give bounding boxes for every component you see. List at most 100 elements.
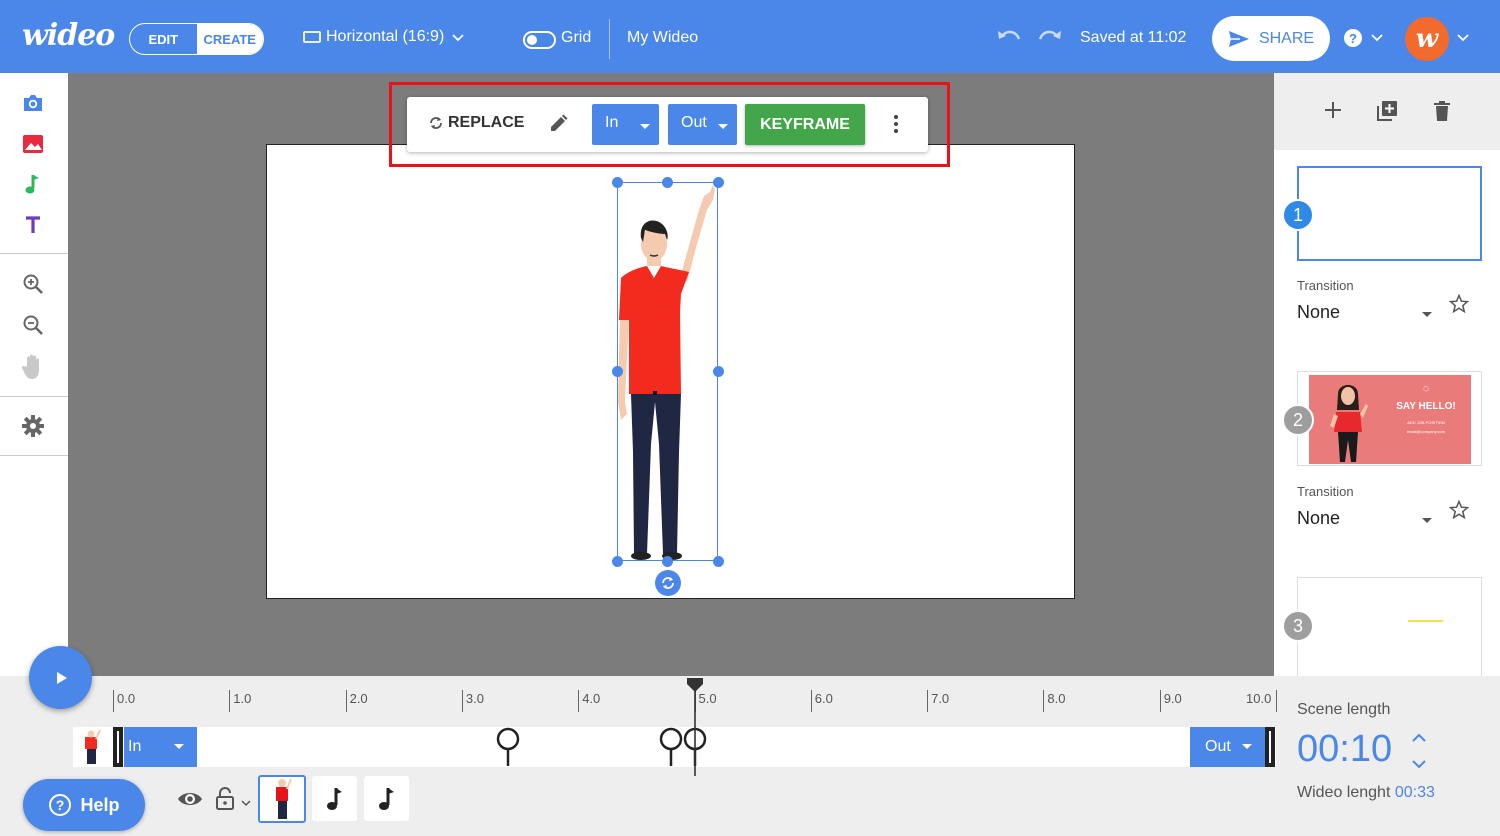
aspect-ratio-label: Horizontal (16:9) [326,28,445,45]
playhead[interactable] [686,678,704,776]
resize-handle-tl[interactable] [611,176,623,188]
text-tool-icon[interactable] [18,210,48,240]
zoom-in-icon[interactable] [18,269,48,299]
grid-label: Grid [561,29,592,46]
thumb-email: email@company.com [1406,429,1446,434]
yellow-text-line [1408,620,1443,622]
screen-icon [303,31,321,43]
eye-visibility-icon[interactable] [176,789,204,814]
increase-length-icon[interactable] [1410,732,1428,744]
layer-character[interactable] [258,775,306,823]
scene-thumbnail-1[interactable] [1297,166,1482,261]
separator [0,396,68,397]
layer-music-1[interactable] [312,776,357,821]
share-label: SHARE [1258,29,1315,47]
lock-icon[interactable] [214,787,236,816]
decrease-length-icon[interactable] [1410,758,1428,770]
character-track-thumbnail [85,729,101,764]
resize-handle-r[interactable] [712,366,724,377]
ruler-tick [345,690,347,712]
share-button[interactable]: SHARE [1212,16,1330,61]
help-chevron-icon[interactable] [1370,30,1384,49]
question-icon: ? [49,794,72,816]
resize-handle-br[interactable] [712,555,724,567]
lock-chevron-icon[interactable] [240,795,252,813]
play-button[interactable] [29,646,92,709]
edit-mode-button[interactable]: EDIT [130,24,197,54]
rotate-handle[interactable] [655,570,681,596]
svg-text:?: ? [56,797,65,813]
scene-thumbnail-3[interactable] [1297,577,1482,678]
resize-handle-bl[interactable] [611,555,623,567]
ruler-tick [1159,690,1161,712]
zoom-out-icon[interactable] [18,310,48,340]
avatar[interactable]: w [1405,17,1449,61]
ruler-tick-label: 6.0 [814,691,833,706]
divider [609,19,610,59]
music-note-icon[interactable] [18,169,48,199]
left-toolbar [0,73,68,678]
keyframe-button[interactable]: KEYFRAME [745,104,865,145]
mode-toggle: EDIT CREATE [129,23,264,55]
character-layer-icon [276,778,292,819]
ruler-tick [810,690,812,712]
star-icon[interactable] [1448,499,1470,525]
star-icon[interactable] [1448,293,1470,319]
resize-handle-b[interactable] [662,555,673,567]
handle-grip [117,731,119,763]
hand-pan-icon[interactable] [18,351,48,381]
help-icon[interactable]: ? [1342,27,1364,54]
track-out-dropdown[interactable]: Out [1190,727,1265,767]
track-out-label: Out [1205,738,1231,755]
keyframe-marker[interactable] [658,726,684,768]
undo-icon[interactable] [995,26,1023,55]
more-options-icon[interactable] [891,113,901,140]
aspect-ratio-dropdown[interactable]: Horizontal (16:9) [303,28,465,46]
replace-button[interactable]: REPLACE [427,114,524,132]
camera-icon[interactable] [18,88,48,118]
wideo-logo[interactable]: wideo [22,18,115,53]
transition-value: None [1297,302,1341,322]
duplicate-scene-icon[interactable] [1375,99,1399,128]
resize-handle-l[interactable] [611,366,623,377]
ruler-tick [113,690,114,712]
help-button[interactable]: ? Help [23,779,145,831]
scene-length-value[interactable]: 00:10 [1297,728,1392,771]
in-animation-dropdown[interactable]: In [592,104,659,145]
replace-label: REPLACE [448,114,525,131]
redo-icon[interactable] [1036,26,1064,55]
thumb-title: SAY HELLO! [1396,401,1456,412]
ruler-tick [461,690,463,712]
out-animation-label: Out [681,114,707,131]
delete-scene-icon[interactable] [1432,99,1452,128]
edit-pencil-icon[interactable] [547,113,569,140]
account-chevron-icon[interactable] [1456,30,1470,49]
keyframe-marker[interactable] [495,726,521,768]
transition-value: None [1297,508,1341,528]
resize-handle-t[interactable] [662,176,673,188]
transition-dropdown-1[interactable]: None [1297,302,1432,323]
layer-music-2[interactable] [364,776,409,821]
ruler-tick-label: 8.0 [1047,691,1066,706]
scene-number-2: 2 [1282,404,1314,436]
add-scene-icon[interactable] [1322,99,1344,126]
resize-handle-tr[interactable] [712,176,724,188]
grid-toggle[interactable] [523,31,556,49]
wideo-length-label: Wideo lenght [1297,784,1391,801]
out-animation-dropdown[interactable]: Out [668,104,737,145]
gear-icon[interactable] [18,411,48,441]
chevron-down-icon [452,34,464,42]
wideo-length: Wideo lenght 00:33 [1297,784,1435,802]
scene-thumbnail-2[interactable]: ◯ SAY HELLO! ADD JOB POSITION email@comp… [1297,371,1482,466]
ruler-tick-label: 4.0 [582,691,601,706]
scenes-toolbar [1274,73,1500,150]
project-title[interactable]: My Wideo [627,29,698,47]
scene-length-label: Scene length [1297,701,1391,718]
image-icon[interactable] [18,129,48,159]
transition-label: Transition [1297,484,1354,499]
ruler-tick-label: 7.0 [931,691,950,706]
track-in-dropdown[interactable]: In [124,727,197,767]
create-mode-button[interactable]: CREATE [196,24,263,54]
transition-dropdown-2[interactable]: None [1297,508,1432,529]
hello-badge-icon: ◯ [1423,386,1429,392]
